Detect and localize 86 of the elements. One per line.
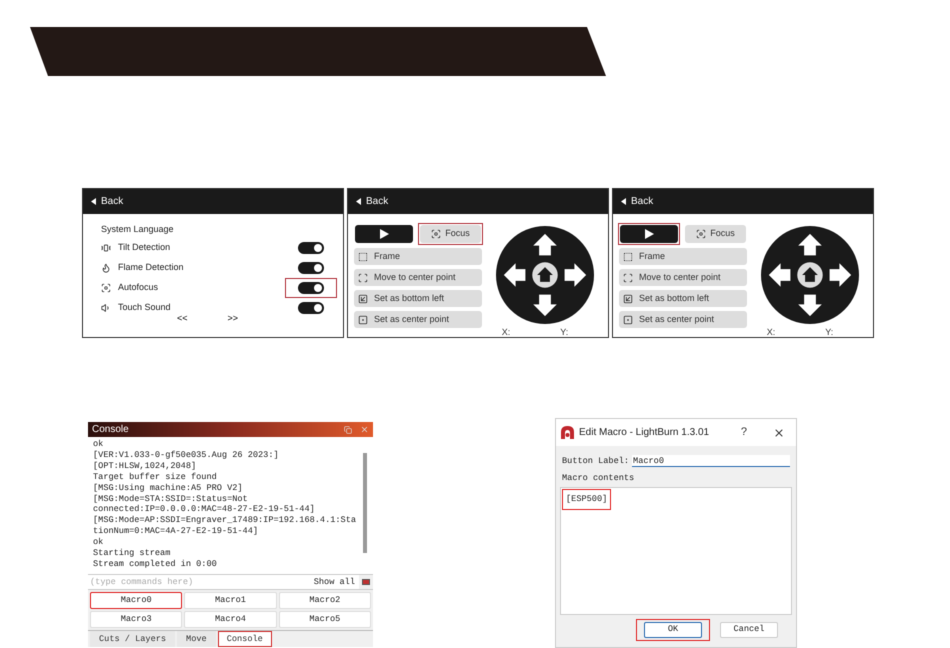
toggle-switch[interactable] — [298, 302, 324, 314]
setting-label: Tilt Detection — [118, 241, 172, 254]
flame-icon — [101, 263, 111, 273]
y-coordinate-label: Y: — [825, 326, 834, 339]
console-line: [VER:V1.033-0-gf50e035.Aug 26 2023:] — [93, 450, 280, 461]
show-all-label: Show all — [314, 575, 359, 589]
previous-page-button[interactable]: << — [177, 312, 188, 326]
macro-button[interactable]: Macro0 — [90, 592, 182, 609]
x-coordinate-label: X: — [766, 326, 776, 339]
focus-button[interactable]: Focus — [420, 225, 481, 243]
scan-frame-icon — [623, 272, 633, 282]
panel-tab[interactable]: Console — [218, 631, 272, 647]
square-arrow-icon — [623, 294, 633, 304]
toggle-switch[interactable] — [298, 262, 324, 274]
console-line: [MSG:Using machine:A5 PRO V2] — [93, 482, 244, 494]
macro-button[interactable]: Macro3 — [90, 611, 182, 628]
direction-pad-drawing[interactable] — [761, 226, 859, 324]
dashed-square-icon — [358, 252, 368, 262]
close-icon[interactable] — [773, 426, 785, 438]
macro-contents-field[interactable]: [ESP500] — [560, 486, 792, 615]
macro-button[interactable]: Macro2 — [278, 592, 371, 609]
toggle-switch[interactable] — [298, 242, 324, 254]
app-logo-icon — [561, 426, 574, 439]
vibrating-phone-icon — [101, 243, 111, 253]
play-icon — [644, 229, 654, 239]
dialog-button[interactable]: Cancel — [720, 622, 778, 638]
help-button[interactable]: ? — [740, 424, 747, 441]
panel-tab[interactable]: Move — [177, 631, 216, 647]
button-label-field[interactable]: Macro0 — [632, 455, 790, 468]
focus-target-icon — [101, 283, 111, 293]
setting-label: Flame Detection — [118, 261, 185, 274]
next-page-button[interactable]: >> — [228, 312, 238, 326]
macro-contents-label: Macro contents — [561, 472, 636, 485]
action-button[interactable]: Set as center point — [354, 311, 482, 328]
focus-target-icon — [431, 229, 442, 239]
console-line: tionNum=0:MAC=4A-27-E2-19-51-44] — [93, 526, 260, 538]
action-button[interactable]: Set as center point — [619, 311, 747, 328]
back-arrow-icon — [91, 198, 96, 205]
action-button[interactable]: Set as bottom left — [619, 290, 747, 307]
action-button[interactable]: Move to center point — [354, 269, 482, 286]
back-link[interactable]: Back — [101, 194, 124, 209]
play-icon — [380, 229, 388, 239]
scan-frame-icon — [358, 272, 368, 282]
console-line: Target buffer size found — [93, 472, 218, 483]
focus-button[interactable]: Focus — [685, 225, 746, 243]
console-line: Stream completed in 0:00 — [93, 558, 218, 570]
back-link[interactable]: Back — [366, 194, 388, 209]
macro-command-text: [ESP500] — [562, 488, 612, 510]
back-link[interactable]: Back — [631, 194, 654, 209]
back-arrow-icon — [621, 198, 626, 205]
button-label-label: Button Label: — [562, 455, 630, 468]
focus-target-icon — [696, 229, 706, 239]
command-input-field[interactable]: (type commands here) — [88, 575, 314, 589]
toggle-switch[interactable] — [298, 282, 324, 294]
console-line: [MSG:Mode=STA:SSID=:Status=Not — [93, 494, 249, 504]
console-line: connected:IP=0.0.0.0:MAC=48-27-E2-19-51-44] — [93, 504, 316, 516]
toggle-indicator-icon[interactable] — [362, 579, 370, 585]
macro-button[interactable]: Macro1 — [184, 592, 277, 609]
scrollbar[interactable] — [363, 453, 367, 553]
direction-pad-drawing[interactable] — [496, 226, 594, 324]
dashed-square-icon — [623, 252, 633, 262]
action-button[interactable]: Frame — [354, 248, 482, 265]
play-button[interactable] — [355, 225, 413, 243]
square-arrow-icon — [358, 294, 368, 304]
action-button[interactable]: Frame — [619, 248, 747, 265]
console-title: Console — [92, 423, 130, 437]
dialog-title: Edit Macro - LightBurn 1.3.01 — [579, 426, 710, 440]
console-line: ok — [93, 537, 104, 548]
back-arrow-icon — [356, 198, 361, 205]
panel-tab[interactable]: Cuts / Layers — [90, 631, 176, 647]
setting-label: Autofocus — [118, 281, 160, 294]
console-line: [OPT:HLSW,1024,2048] — [93, 460, 198, 472]
speaker-icon — [101, 303, 111, 313]
action-button[interactable]: Set as bottom left — [354, 290, 482, 307]
macro-button[interactable]: Macro4 — [184, 611, 277, 628]
x-coordinate-label: X: — [502, 326, 510, 339]
console-line: [MSG:Mode=AP:SSDI=Engraver_17489:IP=192.168.4.1:Sta — [93, 515, 358, 526]
console-line: ok — [93, 439, 104, 450]
action-button[interactable]: Move to center point — [619, 269, 747, 286]
console-line: Starting stream — [93, 548, 172, 559]
dialog-button[interactable]: OK — [644, 622, 702, 638]
y-coordinate-label: Y: — [560, 326, 568, 339]
setting-label: Touch Sound — [118, 301, 172, 314]
macro-button[interactable]: Macro5 — [278, 611, 371, 628]
menu-title: System Language — [101, 223, 175, 236]
restore-icon[interactable] — [344, 426, 352, 434]
